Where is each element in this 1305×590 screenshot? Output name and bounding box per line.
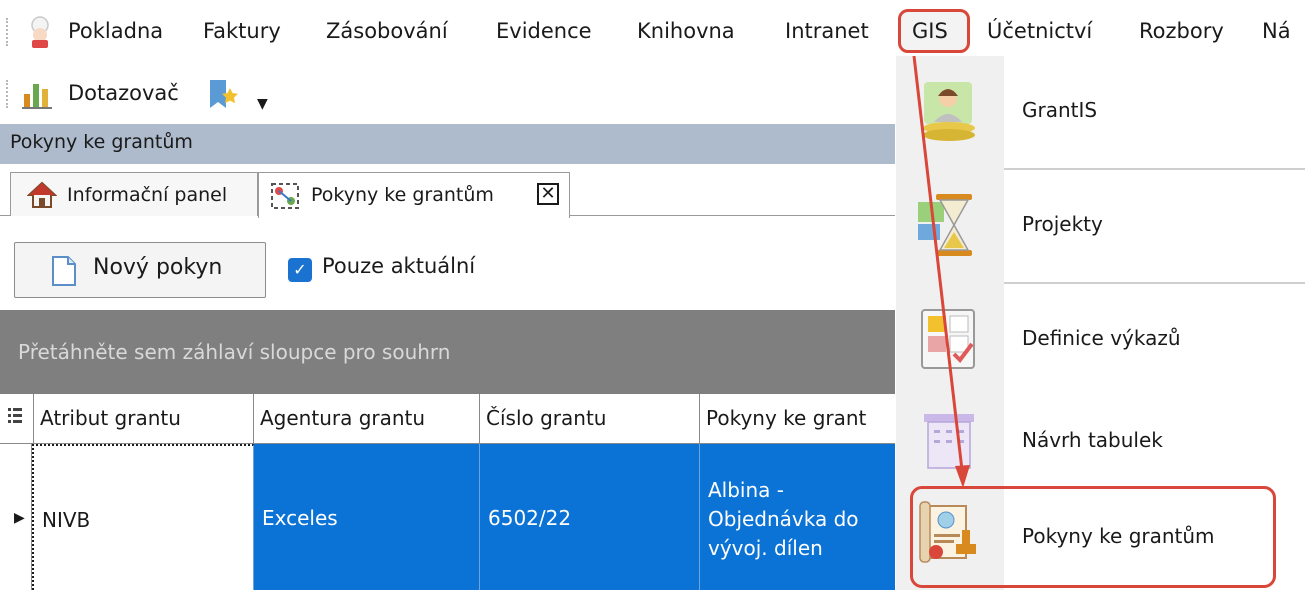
- table-cell-instructions[interactable]: Albina - Objednávka do vývoj. dílen: [700, 444, 895, 590]
- column-chooser-icon[interactable]: [0, 394, 34, 444]
- table-cell-attribute[interactable]: NIVB: [32, 444, 254, 590]
- menu-intranet[interactable]: Intranet: [785, 16, 869, 46]
- column-header-agency[interactable]: Agentura grantu: [254, 394, 480, 444]
- current-row-arrow-icon: ▶: [14, 510, 25, 526]
- panel-title-strip: Pokyny ke grantům: [0, 124, 895, 164]
- menu-knihovna[interactable]: Knihovna: [637, 16, 735, 46]
- new-instruction-button[interactable]: Nový pokyn: [14, 242, 266, 298]
- hourglass-icon: [918, 194, 972, 256]
- table-cell-grant-number[interactable]: 6502/22: [480, 444, 700, 590]
- row-indicator[interactable]: ▶: [0, 444, 32, 590]
- cell-attribute-text: NIVB: [42, 508, 91, 532]
- bookmark-star-icon[interactable]: [206, 78, 240, 112]
- close-icon[interactable]: ✕: [537, 183, 559, 205]
- tab-info-panel-label: Informační panel: [67, 184, 228, 206]
- tab-info-panel[interactable]: Informační panel: [10, 172, 258, 216]
- cell-instructions-text: Albina - Objednávka do vývoj. dílen: [708, 478, 859, 560]
- menu-faktury[interactable]: Faktury: [203, 16, 281, 46]
- column-header-instructions[interactable]: Pokyny ke grant: [700, 394, 895, 444]
- menu-rozbory[interactable]: Rozbory: [1139, 16, 1224, 46]
- chevron-down-icon[interactable]: ▼: [257, 96, 268, 112]
- dropdown-label-projects: Projekty: [1022, 212, 1103, 236]
- current-only-checkbox[interactable]: ✓: [288, 258, 312, 282]
- column-header-attribute[interactable]: Atribut grantu: [34, 394, 254, 444]
- dropdown-item-report-definitions[interactable]: Definice výkazů: [896, 284, 1305, 398]
- table-cell-agency[interactable]: Exceles: [254, 444, 480, 590]
- dropdown-label-report-definitions: Definice výkazů: [1022, 326, 1181, 350]
- grant-instructions-icon: [271, 183, 299, 209]
- new-instruction-label: Nový pokyn: [93, 255, 223, 280]
- new-document-icon: [52, 256, 76, 286]
- cell-agency-text: Exceles: [262, 506, 338, 530]
- home-icon: [27, 181, 57, 208]
- dropdown-item-grantis[interactable]: GrantIS: [896, 56, 1305, 170]
- query-builder-label[interactable]: Dotazovač: [68, 78, 179, 108]
- menu-more[interactable]: Ná: [1262, 16, 1291, 46]
- dropdown-highlight-box: [910, 486, 1276, 588]
- menu-ucetnictvi[interactable]: Účetnictví: [987, 16, 1092, 46]
- app-chef-icon: [31, 16, 49, 48]
- group-by-panel[interactable]: Přetáhněte sem záhlaví sloupce pro souhr…: [0, 310, 895, 394]
- dropdown-item-projects[interactable]: Projekty: [896, 170, 1305, 284]
- toolbar-grip[interactable]: [6, 80, 12, 108]
- report-definition-icon: [921, 309, 975, 369]
- menu-zasobovani[interactable]: Zásobování: [326, 16, 448, 46]
- dropdown-label-table-design: Návrh tabulek: [1022, 428, 1163, 452]
- dropdown-label-grantis: GrantIS: [1022, 98, 1098, 122]
- chart-icon[interactable]: [22, 80, 54, 110]
- menu-grip[interactable]: [6, 18, 12, 46]
- panel-title: Pokyny ke grantům: [10, 131, 193, 153]
- table-design-icon: [924, 414, 974, 469]
- menu-gis[interactable]: GIS: [912, 16, 948, 46]
- tab-grant-instructions-label: Pokyny ke grantům: [311, 184, 494, 206]
- menu-pokladna[interactable]: Pokladna: [68, 16, 163, 46]
- menu-evidence[interactable]: Evidence: [496, 16, 592, 46]
- column-header-grant-number[interactable]: Číslo grantu: [480, 394, 700, 444]
- dropdown-item-table-design[interactable]: Návrh tabulek: [896, 384, 1305, 498]
- person-coins-icon: [923, 82, 975, 141]
- group-by-hint: Přetáhněte sem záhlaví sloupce pro souhr…: [18, 340, 451, 364]
- tab-grant-instructions[interactable]: Pokyny ke grantům ✕: [258, 172, 570, 218]
- cell-grant-number-text: 6502/22: [488, 506, 572, 530]
- menu-bar: Pokladna Faktury Zásobování Evidence Kni…: [0, 0, 1305, 64]
- current-only-label[interactable]: Pouze aktuální: [322, 254, 475, 278]
